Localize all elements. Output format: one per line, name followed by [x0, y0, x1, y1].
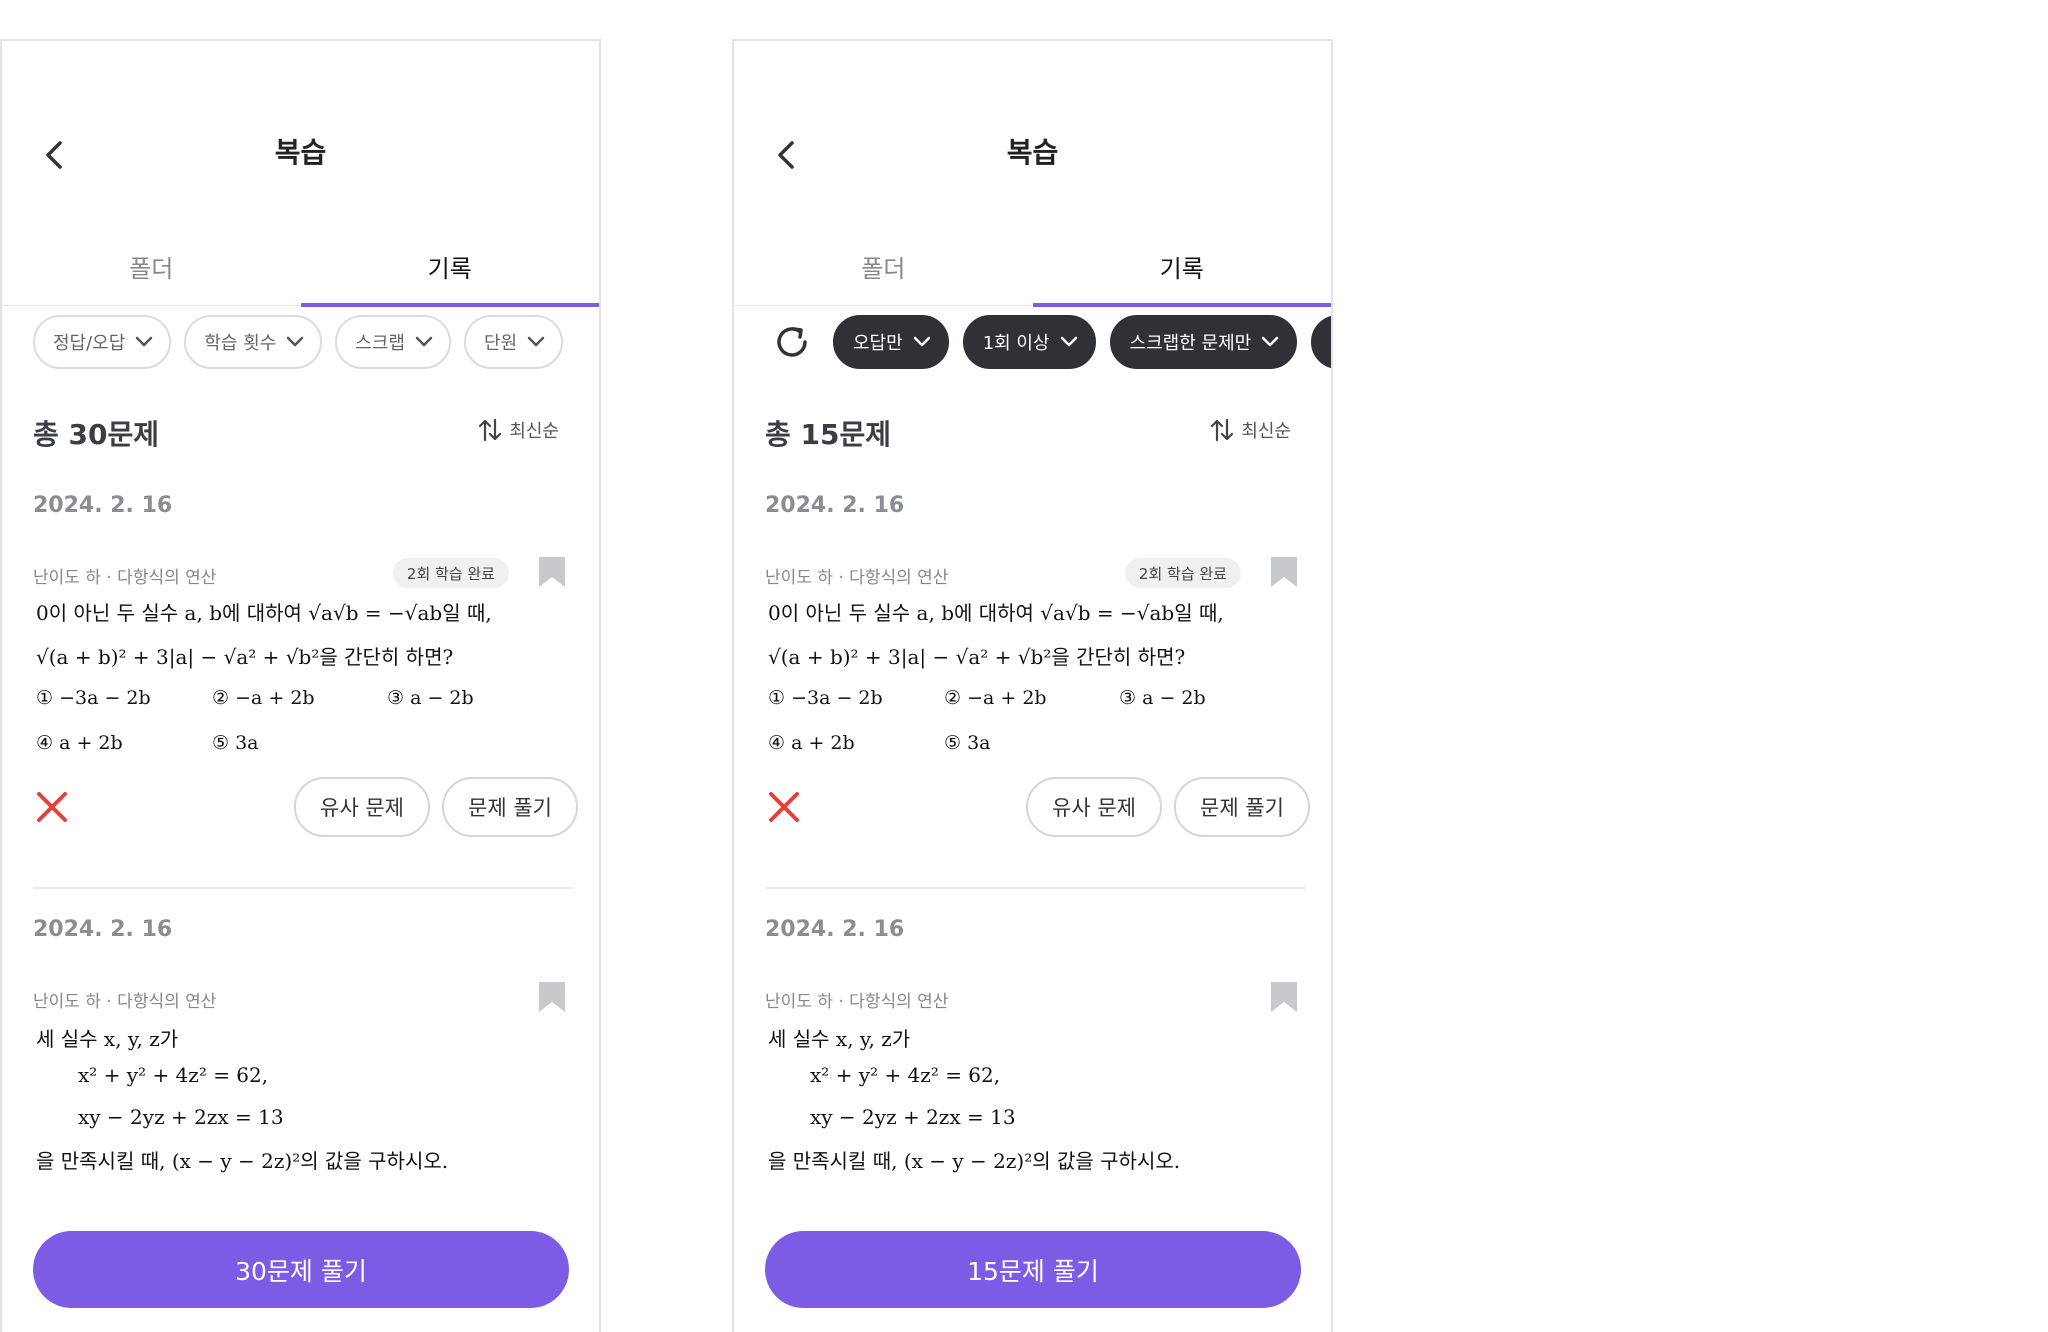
- question-line: √(a + b)² + 3|a| − √a² + √b²을 간단히 하면?: [36, 645, 454, 669]
- question-line: x² + y² + 4z² = 62,: [810, 1063, 1001, 1087]
- question-line: 세 실수 x, y, z가: [36, 1027, 179, 1051]
- sort-icon: [479, 418, 502, 442]
- filter-label: 스크랩: [355, 333, 405, 354]
- chevron-down-icon: [287, 336, 304, 347]
- list-summary: 총 15문제 최신순: [765, 413, 1291, 453]
- question-line: √(a + b)² + 3|a| − √a² + √b²을 간단히 하면?: [768, 645, 1186, 669]
- tab-history[interactable]: 기록: [1033, 225, 1332, 303]
- choice-1: ① −3a − 2b: [36, 687, 151, 709]
- item-divider: [765, 887, 1305, 889]
- chevron-down-icon: [136, 336, 153, 347]
- filter-wrong-only[interactable]: 오답만: [833, 315, 949, 369]
- filter-once-or-more[interactable]: 1회 이상: [962, 315, 1096, 369]
- bookmark-icon[interactable]: [537, 980, 567, 1014]
- total-count: 총 15문제: [765, 418, 891, 451]
- tab-folder[interactable]: 폴더: [2, 225, 301, 303]
- question-line: 0이 아닌 두 실수 a, b에 대하여 √a√b = −√ab일 때,: [768, 601, 1224, 625]
- choice-2: ② −a + 2b: [944, 687, 1047, 709]
- choice-4: ④ a + 2b: [36, 732, 123, 754]
- sort-button[interactable]: 최신순: [479, 417, 559, 443]
- total-count: 총 30문제: [33, 418, 159, 451]
- status-badge: 2회 학습 완료: [392, 558, 509, 588]
- review-screen-default: 복습 폴더 기록 정답/오답 학습 횟수 스크랩 단원 총 30문제 최신순 2…: [0, 39, 601, 1332]
- choice-2: ② −a + 2b: [212, 687, 315, 709]
- wrong-x-icon: [769, 792, 799, 822]
- wrong-x-icon: [37, 792, 67, 822]
- tab-history[interactable]: 기록: [301, 225, 600, 303]
- sort-icon: [1211, 418, 1234, 442]
- solve-all-button[interactable]: 15문제 풀기: [765, 1231, 1301, 1308]
- similar-problem-button[interactable]: 유사 문제: [294, 777, 430, 837]
- choice-5: ⑤ 3a: [944, 732, 991, 754]
- filter-label: 1회 이상: [982, 333, 1050, 354]
- similar-problem-button[interactable]: 유사 문제: [1026, 777, 1162, 837]
- choice-3: ③ a − 2b: [1119, 687, 1206, 709]
- refresh-icon: [777, 327, 807, 357]
- filter-bar: 오답만 1회 이상 스크랩한 문제만: [765, 315, 1331, 371]
- bookmark-icon[interactable]: [1269, 980, 1299, 1014]
- item-date: 2024. 2. 16: [765, 493, 905, 518]
- page-title: 복습: [274, 136, 327, 169]
- solve-all-button[interactable]: 30문제 풀기: [33, 1231, 569, 1308]
- active-tab-indicator: [300, 303, 599, 307]
- filter-label: 단원: [483, 333, 518, 354]
- question-line: 을 만족시킬 때, (x − y − 2z)²의 값을 구하시오.: [768, 1149, 1181, 1173]
- question-line: 0이 아닌 두 실수 a, b에 대하여 √a√b = −√ab일 때,: [36, 601, 492, 625]
- chevron-down-icon: [1060, 336, 1077, 347]
- item-date: 2024. 2. 16: [33, 917, 173, 942]
- question-line: x² + y² + 4z² = 62,: [78, 1063, 269, 1087]
- filter-scrapped-only[interactable]: 스크랩한 문제만: [1109, 315, 1298, 369]
- review-screen-filtered: 복습 폴더 기록 오답만 1회 이상 스크랩한 문제만 총 15문제 최신순 2…: [732, 39, 1333, 1332]
- choice-4: ④ a + 2b: [768, 732, 855, 754]
- item-meta: 난이도 하 · 다항식의 연산: [33, 568, 217, 588]
- choice-1: ① −3a − 2b: [768, 687, 883, 709]
- bookmark-icon[interactable]: [537, 555, 567, 589]
- question-line: 을 만족시킬 때, (x − y − 2z)²의 값을 구하시오.: [36, 1149, 449, 1173]
- page-title: 복습: [1006, 136, 1059, 169]
- active-tab-indicator: [1032, 303, 1331, 307]
- bookmark-icon[interactable]: [1269, 555, 1299, 589]
- item-meta: 난이도 하 · 다항식의 연산: [33, 992, 217, 1012]
- chevron-down-icon: [1261, 336, 1279, 347]
- item-date: 2024. 2. 16: [765, 917, 905, 942]
- solve-problem-button[interactable]: 문제 풀기: [1174, 777, 1310, 837]
- filter-label: 학습 횟수: [204, 333, 277, 354]
- tab-folder[interactable]: 폴더: [734, 225, 1033, 303]
- question-line: xy − 2yz + 2zx = 13: [810, 1105, 1016, 1129]
- refresh-button[interactable]: [765, 315, 819, 369]
- filter-label: 정답/오답: [53, 333, 126, 354]
- status-badge: 2회 학습 완료: [1124, 558, 1241, 588]
- item-divider: [33, 887, 573, 889]
- choice-5: ⑤ 3a: [212, 732, 259, 754]
- filter-scrap[interactable]: 스크랩: [335, 315, 451, 369]
- sort-label: 최신순: [1241, 421, 1291, 442]
- question-line: xy − 2yz + 2zx = 13: [78, 1105, 284, 1129]
- item-meta: 난이도 하 · 다항식의 연산: [765, 992, 949, 1012]
- list-summary: 총 30문제 최신순: [33, 413, 559, 453]
- question-line: 세 실수 x, y, z가: [768, 1027, 911, 1051]
- chevron-down-icon: [913, 336, 930, 347]
- sort-button[interactable]: 최신순: [1211, 417, 1291, 443]
- item-date: 2024. 2. 16: [33, 493, 173, 518]
- filter-overflow-chip[interactable]: [1311, 315, 1331, 369]
- chevron-down-icon: [415, 336, 433, 347]
- filter-bar: 정답/오답 학습 횟수 스크랩 단원: [33, 315, 564, 371]
- choice-3: ③ a − 2b: [387, 687, 474, 709]
- tab-bar: 폴더 기록: [2, 225, 600, 307]
- solve-problem-button[interactable]: 문제 풀기: [442, 777, 578, 837]
- filter-label: 스크랩한 문제만: [1129, 333, 1252, 354]
- chevron-down-icon: [527, 336, 545, 347]
- item-meta: 난이도 하 · 다항식의 연산: [765, 568, 949, 588]
- filter-unit[interactable]: 단원: [463, 315, 564, 369]
- tab-bar: 폴더 기록: [734, 225, 1332, 307]
- filter-study-count[interactable]: 학습 횟수: [184, 315, 323, 369]
- sort-label: 최신순: [509, 421, 559, 442]
- filter-correct-wrong[interactable]: 정답/오답: [33, 315, 172, 369]
- filter-label: 오답만: [853, 333, 903, 354]
